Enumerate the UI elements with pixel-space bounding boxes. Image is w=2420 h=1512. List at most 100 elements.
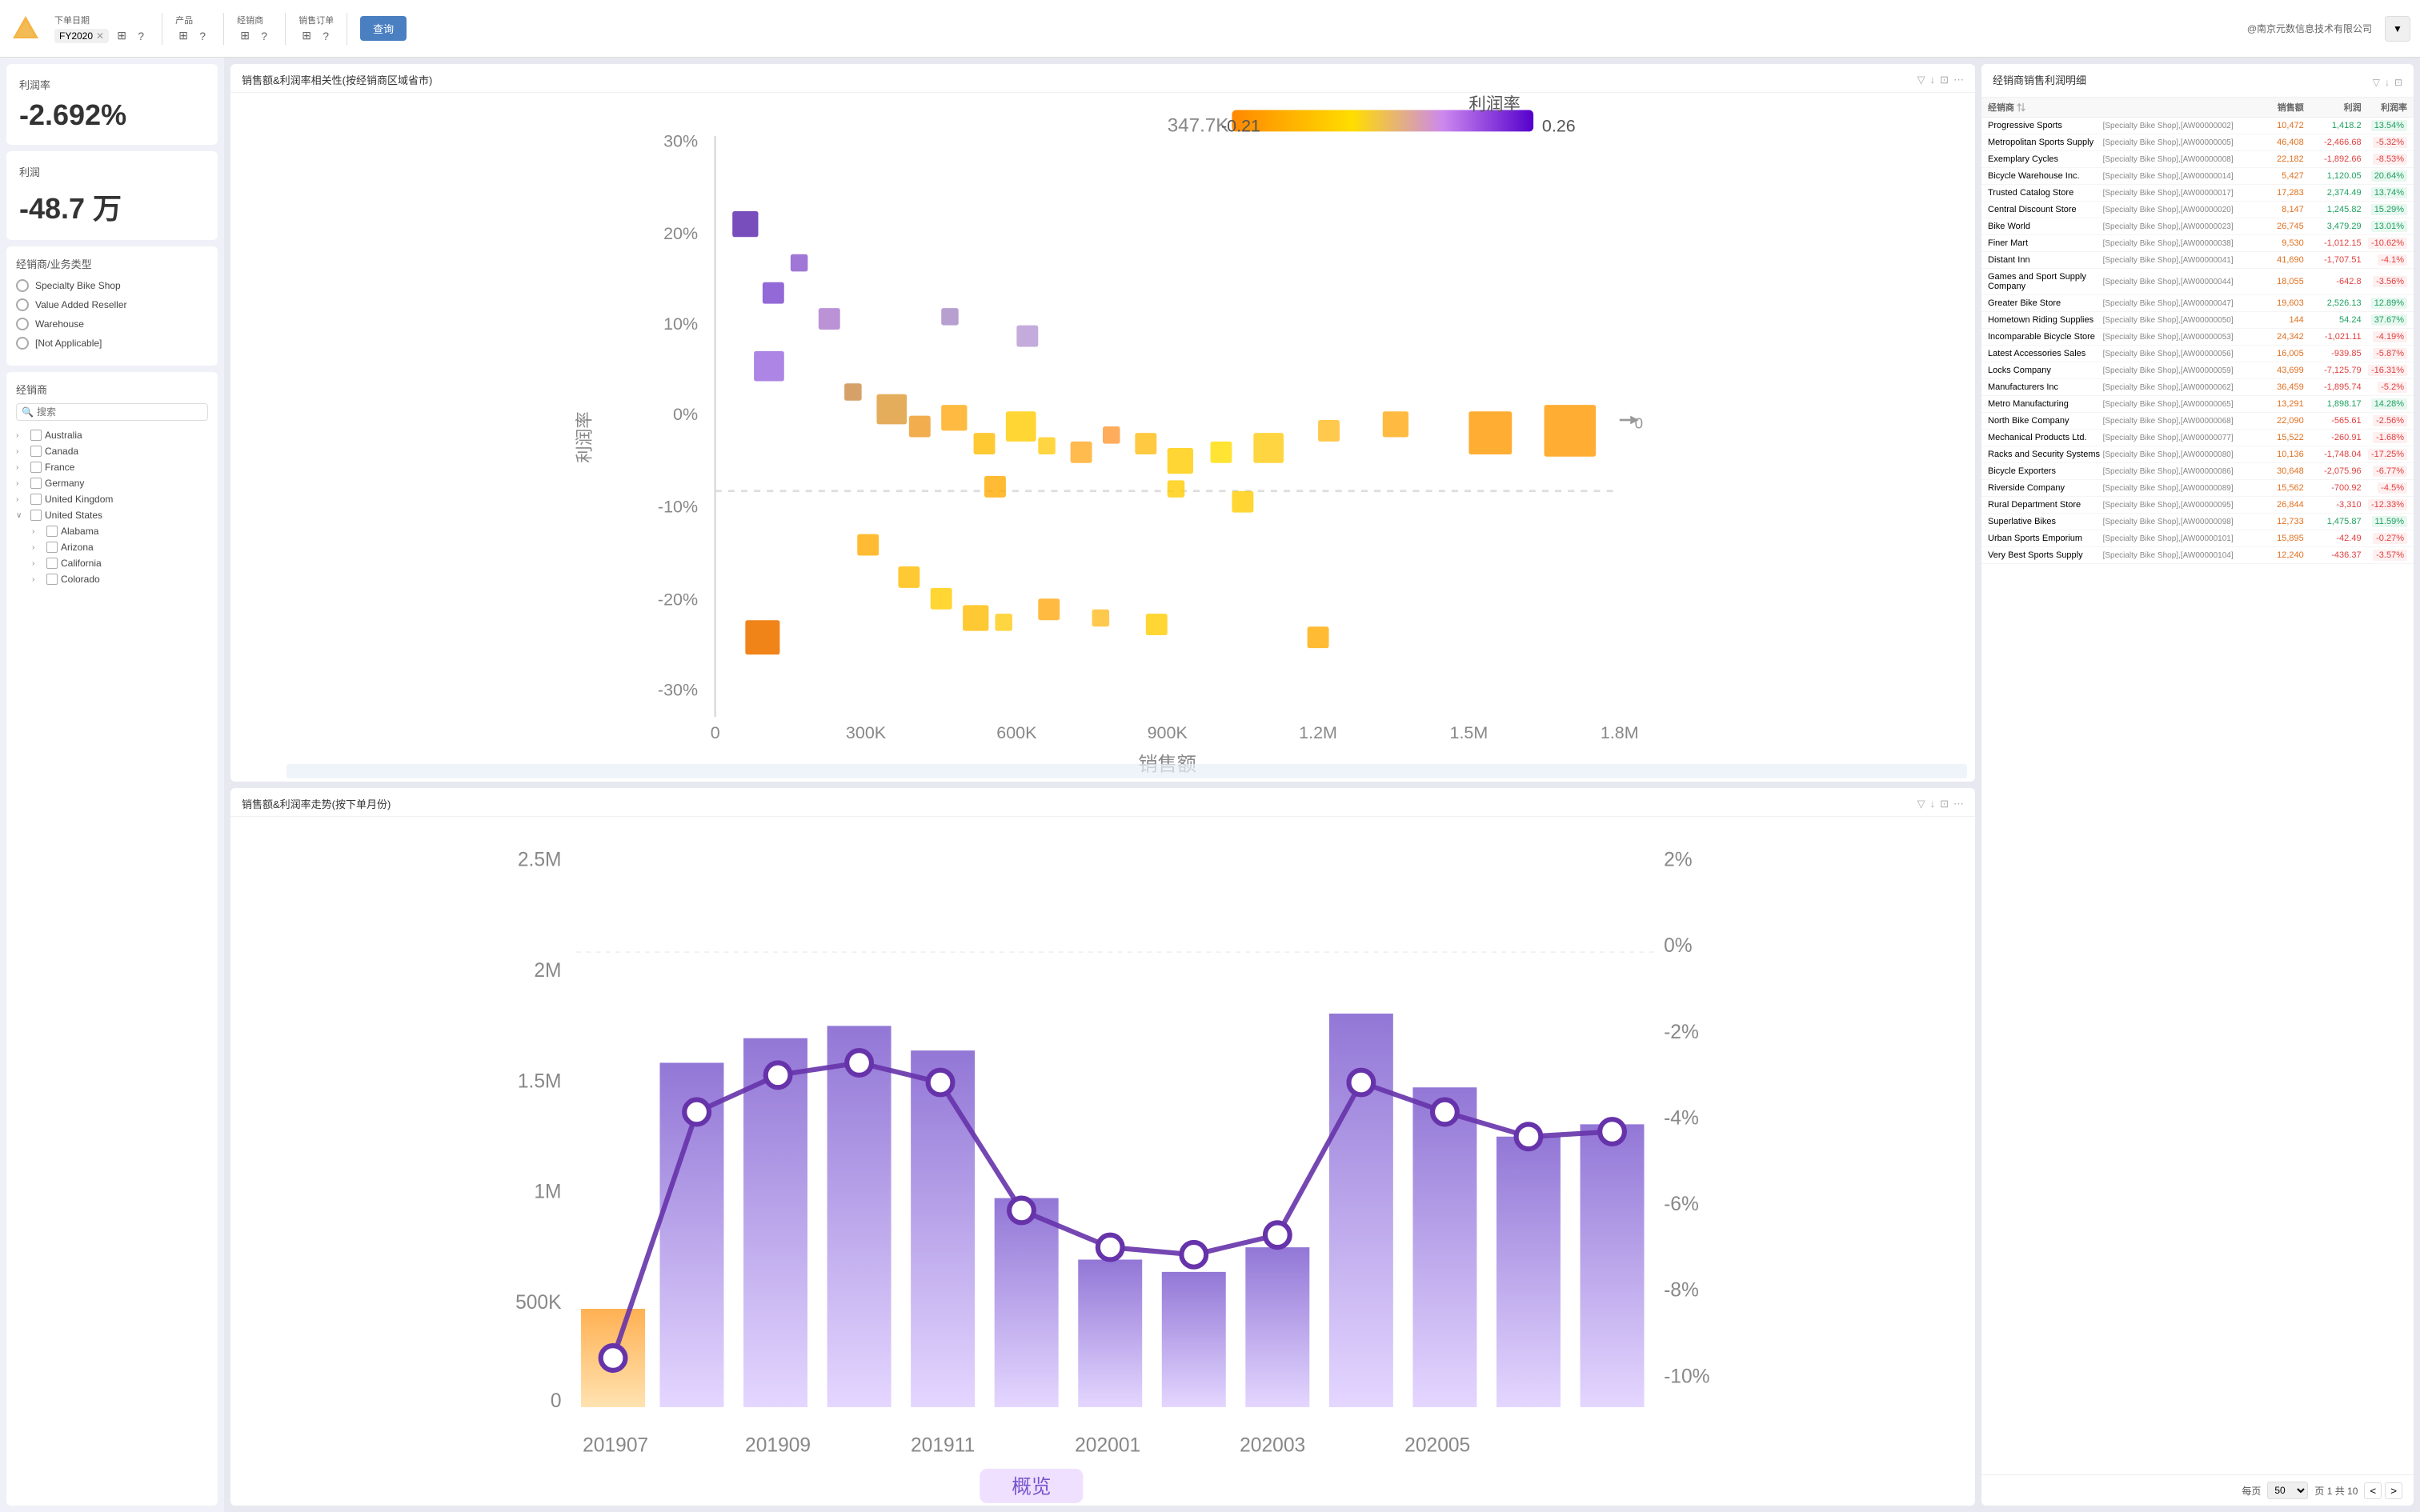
radio-item[interactable]: Specialty Bike Shop: [16, 279, 208, 292]
table-row[interactable]: Latest Accessories Sales [Specialty Bike…: [1981, 346, 2414, 362]
cell-sales: 8,147: [2246, 205, 2304, 214]
table-row[interactable]: Trusted Catalog Store [Specialty Bike Sh…: [1981, 185, 2414, 202]
cell-profit: -1,895.74: [2304, 382, 2362, 392]
table-row[interactable]: Manufacturers Inc [Specialty Bike Shop],…: [1981, 379, 2414, 396]
table-row[interactable]: Games and Sport Supply Company [Specialt…: [1981, 269, 2414, 295]
tree-expand-icon[interactable]: ›: [16, 447, 27, 456]
table-row[interactable]: Riverside Company [Specialty Bike Shop],…: [1981, 480, 2414, 497]
table-row[interactable]: Racks and Security Systems [Specialty Bi…: [1981, 446, 2414, 463]
filter-dealer-help-icon[interactable]: ?: [256, 28, 272, 44]
tree-child-item[interactable]: › Arizona: [32, 539, 208, 555]
dropdown-button[interactable]: ▼: [2385, 16, 2410, 42]
table-row[interactable]: Locks Company [Specialty Bike Shop],[AW0…: [1981, 362, 2414, 379]
table-row[interactable]: Finer Mart [Specialty Bike Shop],[AW0000…: [1981, 235, 2414, 252]
filter-date-grid-icon[interactable]: ⊞: [114, 28, 130, 44]
tree-expand-icon[interactable]: ›: [16, 431, 27, 440]
filter-dealer-grid-icon[interactable]: ⊞: [237, 28, 253, 44]
tree-checkbox[interactable]: [30, 462, 42, 473]
tree-child-expand-icon[interactable]: ›: [32, 543, 43, 552]
dealer-sort-icon[interactable]: ⇅: [2017, 103, 2025, 113]
tree-node[interactable]: ∨ United States: [16, 507, 208, 523]
tree-child-expand-icon[interactable]: ›: [32, 575, 43, 584]
tree-item[interactable]: › Germany: [16, 475, 208, 491]
filter-order-grid-icon[interactable]: ⊞: [298, 28, 315, 44]
cell-dealer: Distant Inn: [1988, 255, 2103, 265]
trend-filter-icon[interactable]: ▽: [1917, 798, 1925, 810]
right-expand-icon[interactable]: ⊡: [2394, 77, 2402, 88]
table-row[interactable]: Metropolitan Sports Supply [Specialty Bi…: [1981, 134, 2414, 151]
dealer-search-box[interactable]: 🔍: [16, 403, 208, 421]
tree-child-checkbox[interactable]: [46, 542, 58, 553]
radio-item[interactable]: Warehouse: [16, 318, 208, 330]
tree-child-expand-icon[interactable]: ›: [32, 559, 43, 568]
tree-node[interactable]: › Canada: [16, 443, 208, 459]
table-row[interactable]: Greater Bike Store [Specialty Bike Shop]…: [1981, 295, 2414, 312]
scatter-more-icon[interactable]: ⋯: [1953, 74, 1964, 86]
tree-child-item[interactable]: › California: [32, 555, 208, 571]
tree-expand-icon[interactable]: ∨: [16, 511, 27, 520]
tree-child-expand-icon[interactable]: ›: [32, 527, 43, 536]
per-page-select[interactable]: 50 20 100: [2267, 1482, 2308, 1499]
prev-page-btn[interactable]: <: [2364, 1482, 2382, 1499]
table-row[interactable]: Bicycle Exporters [Specialty Bike Shop],…: [1981, 463, 2414, 480]
tree-node[interactable]: › Germany: [16, 475, 208, 491]
table-row[interactable]: Metro Manufacturing [Specialty Bike Shop…: [1981, 396, 2414, 413]
tree-child-item[interactable]: › Alabama: [32, 523, 208, 539]
dealer-search-input[interactable]: [37, 406, 202, 418]
table-row[interactable]: Superlative Bikes [Specialty Bike Shop],…: [1981, 514, 2414, 530]
tree-item[interactable]: › Canada: [16, 443, 208, 459]
table-row[interactable]: Urban Sports Emporium [Specialty Bike Sh…: [1981, 530, 2414, 547]
right-filter-icon[interactable]: ▽: [2373, 77, 2380, 88]
tree-item[interactable]: ∨ United States › Alabama› Arizona› Cali…: [16, 507, 208, 587]
table-row[interactable]: North Bike Company [Specialty Bike Shop]…: [1981, 413, 2414, 430]
next-page-btn[interactable]: >: [2385, 1482, 2402, 1499]
tree-child-item[interactable]: › Colorado: [32, 571, 208, 587]
table-row[interactable]: Bicycle Warehouse Inc. [Specialty Bike S…: [1981, 168, 2414, 185]
filter-product-help-icon[interactable]: ?: [194, 28, 210, 44]
table-row[interactable]: Progressive Sports [Specialty Bike Shop]…: [1981, 118, 2414, 134]
table-row[interactable]: Incomparable Bicycle Store [Specialty Bi…: [1981, 329, 2414, 346]
cell-profit: -2,466.68: [2304, 138, 2362, 147]
tree-checkbox[interactable]: [30, 446, 42, 457]
tree-expand-icon[interactable]: ›: [16, 495, 27, 504]
filter-date-tag[interactable]: FY2020 ✕: [54, 29, 109, 43]
query-button[interactable]: 查询: [360, 16, 407, 41]
tree-expand-icon[interactable]: ›: [16, 463, 27, 472]
table-row[interactable]: Very Best Sports Supply [Specialty Bike …: [1981, 547, 2414, 564]
trend-download-icon[interactable]: ↓: [1930, 798, 1936, 810]
filter-product-grid-icon[interactable]: ⊞: [175, 28, 191, 44]
tree-child-checkbox[interactable]: [46, 526, 58, 537]
tree-node[interactable]: › France: [16, 459, 208, 475]
filter-date-help-icon[interactable]: ?: [133, 28, 149, 44]
tree-node[interactable]: › United Kingdom: [16, 491, 208, 507]
scatter-expand-icon[interactable]: ⊡: [1940, 74, 1949, 86]
table-row[interactable]: Hometown Riding Supplies [Specialty Bike…: [1981, 312, 2414, 329]
tree-expand-icon[interactable]: ›: [16, 479, 27, 488]
svg-text:利润率: 利润率: [575, 411, 595, 463]
radio-item[interactable]: Value Added Reseller: [16, 298, 208, 311]
tree-item[interactable]: › Australia: [16, 427, 208, 443]
radio-item[interactable]: [Not Applicable]: [16, 337, 208, 350]
tree-child-checkbox[interactable]: [46, 574, 58, 585]
table-row[interactable]: Distant Inn [Specialty Bike Shop],[AW000…: [1981, 252, 2414, 269]
scatter-filter-icon[interactable]: ▽: [1917, 74, 1925, 86]
table-row[interactable]: Bike World [Specialty Bike Shop],[AW0000…: [1981, 218, 2414, 235]
tree-checkbox[interactable]: [30, 430, 42, 441]
tree-checkbox[interactable]: [30, 510, 42, 521]
tree-node[interactable]: › Australia: [16, 427, 208, 443]
tree-item[interactable]: › France: [16, 459, 208, 475]
filter-order-help-icon[interactable]: ?: [318, 28, 334, 44]
tree-item[interactable]: › United Kingdom: [16, 491, 208, 507]
tree-child-checkbox[interactable]: [46, 558, 58, 569]
scatter-download-icon[interactable]: ↓: [1930, 74, 1936, 86]
tree-checkbox[interactable]: [30, 494, 42, 505]
trend-expand-icon[interactable]: ⊡: [1940, 798, 1949, 810]
trend-more-icon[interactable]: ⋯: [1953, 798, 1964, 810]
table-row[interactable]: Rural Department Store [Specialty Bike S…: [1981, 497, 2414, 514]
table-row[interactable]: Exemplary Cycles [Specialty Bike Shop],[…: [1981, 151, 2414, 168]
table-row[interactable]: Mechanical Products Ltd. [Specialty Bike…: [1981, 430, 2414, 446]
right-download-icon[interactable]: ↓: [2385, 77, 2390, 88]
filter-date-close[interactable]: ✕: [96, 30, 104, 42]
tree-checkbox[interactable]: [30, 478, 42, 489]
table-row[interactable]: Central Discount Store [Specialty Bike S…: [1981, 202, 2414, 218]
